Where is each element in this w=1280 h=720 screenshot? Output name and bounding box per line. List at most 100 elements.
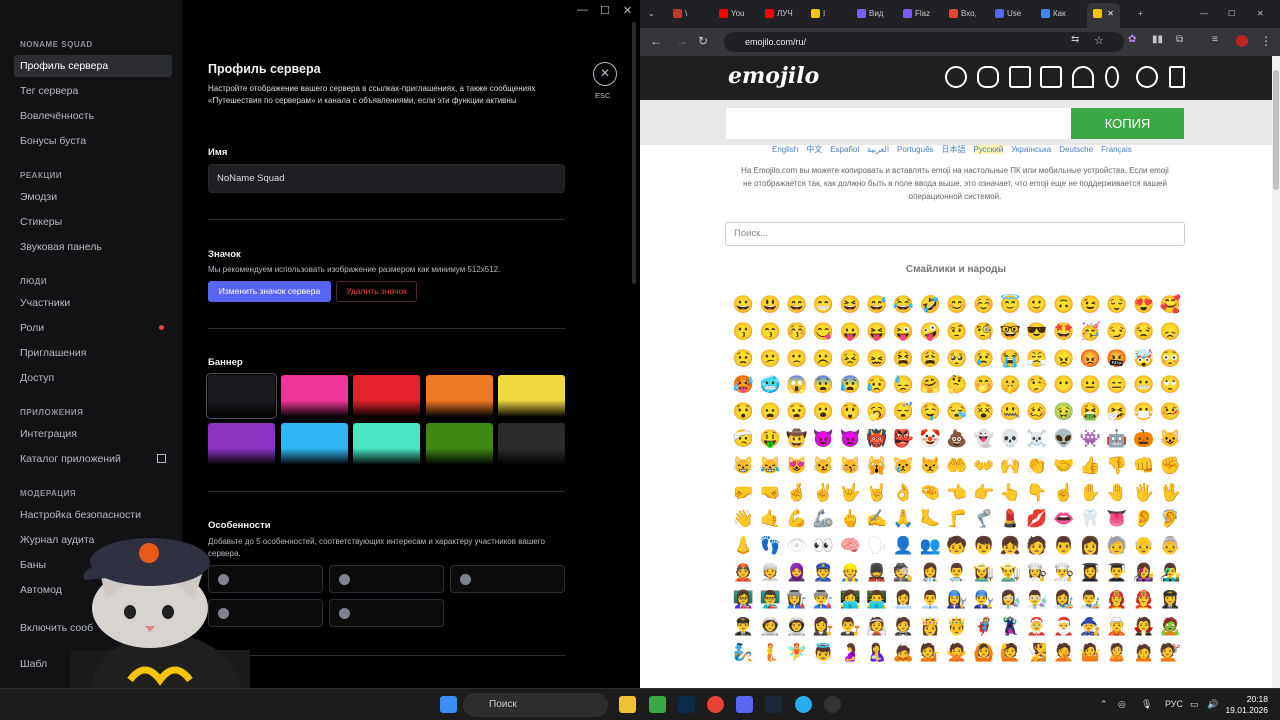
browser-tab[interactable]: ЛУЧ xyxy=(765,5,793,23)
language-link[interactable]: Deutsche xyxy=(1059,145,1093,154)
emoji-button[interactable]: 🙀 xyxy=(863,453,890,480)
emoji-button[interactable]: 👳 xyxy=(757,560,784,587)
emoji-button[interactable]: 👩‍⚖️ xyxy=(810,614,837,641)
close-window-icon[interactable]: ✕ xyxy=(623,4,632,17)
trait-slot[interactable] xyxy=(450,565,565,593)
emoji-button[interactable]: 🥱 xyxy=(863,399,890,426)
emoji-button[interactable]: 👏 xyxy=(1024,453,1051,480)
emoji-button[interactable]: 😐 xyxy=(1077,372,1104,399)
emoji-button[interactable]: 💪 xyxy=(783,506,810,533)
sidebar-item[interactable]: Каталог приложений xyxy=(14,448,172,470)
emoji-button[interactable]: 😴 xyxy=(890,399,917,426)
emoji-button[interactable]: 🤲 xyxy=(944,453,971,480)
new-tab-icon[interactable]: + xyxy=(1138,5,1143,23)
scrollbar[interactable] xyxy=(1272,56,1280,688)
emoji-button[interactable]: 😟 xyxy=(730,346,757,373)
emoji-button[interactable]: 🧑 xyxy=(1024,533,1051,560)
banner-swatch[interactable] xyxy=(353,375,420,417)
taskbar-search[interactable]: Поиск xyxy=(463,693,608,717)
browser-tab[interactable]: \ xyxy=(673,5,687,23)
emoji-button[interactable]: 😂 xyxy=(890,292,917,319)
emoji-button[interactable]: 😠 xyxy=(1050,346,1077,373)
emoji-button[interactable]: 👽 xyxy=(1050,426,1077,453)
tray-overflow-icon[interactable]: ⌃ xyxy=(1100,699,1108,710)
emoji-button[interactable]: 🎃 xyxy=(1130,426,1157,453)
emoji-button[interactable]: 👩‍✈️ xyxy=(1157,587,1184,614)
sidebar-item[interactable]: Стикеры xyxy=(14,211,172,233)
emoji-button[interactable]: 👩‍🔧 xyxy=(944,587,971,614)
emoji-button[interactable]: 😱 xyxy=(783,372,810,399)
discord-icon[interactable] xyxy=(736,696,753,713)
emoji-button[interactable]: 😨 xyxy=(810,372,837,399)
emoji-button[interactable]: 👥 xyxy=(917,533,944,560)
emoji-button[interactable]: 👨‍💻 xyxy=(863,587,890,614)
emoji-button[interactable]: 🤞 xyxy=(783,480,810,507)
emoji-button[interactable]: 🤟 xyxy=(837,480,864,507)
banner-swatch[interactable] xyxy=(280,375,348,417)
emoji-copy-input[interactable] xyxy=(726,108,1071,139)
emoji-button[interactable]: 🤐 xyxy=(997,399,1024,426)
emoji-button[interactable]: 🤱 xyxy=(863,640,890,667)
steam-icon[interactable] xyxy=(765,696,782,713)
emoji-button[interactable]: 😒 xyxy=(1130,319,1157,346)
emoji-button[interactable]: ✍️ xyxy=(863,506,890,533)
emoji-button[interactable]: 👨‍⚕️ xyxy=(944,560,971,587)
emoji-button[interactable]: 😞 xyxy=(1157,319,1184,346)
emoji-button[interactable]: 🎅 xyxy=(1050,614,1077,641)
emoji-button[interactable]: 👿 xyxy=(837,426,864,453)
file-explorer-icon[interactable] xyxy=(619,696,636,713)
language-link[interactable]: Español xyxy=(830,145,859,154)
emoji-button[interactable]: 👩‍🔬 xyxy=(997,587,1024,614)
emoji-button[interactable]: 😰 xyxy=(837,372,864,399)
site-logo[interactable]: emojilo xyxy=(728,63,819,89)
volume-icon[interactable]: 🔊 xyxy=(1207,699,1218,710)
emoji-button[interactable]: 😚 xyxy=(783,319,810,346)
emoji-button[interactable]: 💇 xyxy=(1157,640,1184,667)
emoji-button[interactable]: ✊ xyxy=(1157,453,1184,480)
emoji-button[interactable]: 👈 xyxy=(944,480,971,507)
browser-tab[interactable]: Use xyxy=(995,5,1021,23)
emoji-button[interactable]: 👲 xyxy=(730,560,757,587)
emoji-button[interactable]: 👨‍🔬 xyxy=(1024,587,1051,614)
banner-swatch[interactable] xyxy=(280,423,348,465)
emoji-button[interactable]: 🥳 xyxy=(1077,319,1104,346)
emoji-button[interactable]: 🦿 xyxy=(970,506,997,533)
emoji-button[interactable]: 😡 xyxy=(1077,346,1104,373)
reload-icon[interactable]: ↻ xyxy=(698,34,708,48)
emoji-button[interactable]: 🖕 xyxy=(837,506,864,533)
emoji-button[interactable]: 🧞 xyxy=(730,640,757,667)
emoji-button[interactable]: 🦹 xyxy=(997,614,1024,641)
emoji-button[interactable]: 👨‍🚀 xyxy=(783,614,810,641)
emoji-button[interactable]: 😧 xyxy=(783,399,810,426)
emoji-button[interactable]: 🧙 xyxy=(1077,614,1104,641)
emoji-button[interactable]: 🙋 xyxy=(997,640,1024,667)
emoji-button[interactable]: 👀 xyxy=(810,533,837,560)
emoji-button[interactable]: 👨‍🏫 xyxy=(757,587,784,614)
language-link[interactable]: English xyxy=(772,145,798,154)
browser-tab[interactable]: You xyxy=(719,5,745,23)
emoji-button[interactable]: 🙂 xyxy=(1024,292,1051,319)
emoji-button[interactable]: 💄 xyxy=(997,506,1024,533)
maximize-icon[interactable]: ☐ xyxy=(1228,5,1235,23)
emoji-button[interactable]: 😻 xyxy=(783,453,810,480)
maximize-icon[interactable]: ☐ xyxy=(600,4,610,17)
banner-swatch[interactable] xyxy=(498,375,565,417)
emoji-button[interactable]: ✌️ xyxy=(810,480,837,507)
emoji-button[interactable]: 🤫 xyxy=(997,372,1024,399)
emoji-button[interactable]: ☹️ xyxy=(810,346,837,373)
copy-button[interactable]: КОПИЯ xyxy=(1071,108,1184,139)
emoji-button[interactable]: 🙎 xyxy=(1104,640,1131,667)
emoji-button[interactable]: 😭 xyxy=(997,346,1024,373)
emoji-button[interactable]: 😝 xyxy=(863,319,890,346)
obs-icon[interactable] xyxy=(824,696,841,713)
language-link[interactable]: Русский xyxy=(973,145,1004,154)
media-icon[interactable]: ▮▮ xyxy=(1152,34,1163,45)
emoji-button[interactable]: 🤠 xyxy=(783,426,810,453)
emoji-button[interactable]: 👨‍🌾 xyxy=(997,560,1024,587)
emoji-button[interactable]: 🥴 xyxy=(1024,399,1051,426)
emoji-button[interactable]: 🤩 xyxy=(1050,319,1077,346)
emoji-button[interactable]: 🤷 xyxy=(1077,640,1104,667)
emoji-button[interactable]: 🤵 xyxy=(890,614,917,641)
emoji-button[interactable]: 😉 xyxy=(1077,292,1104,319)
emoji-button[interactable]: 👆 xyxy=(997,480,1024,507)
